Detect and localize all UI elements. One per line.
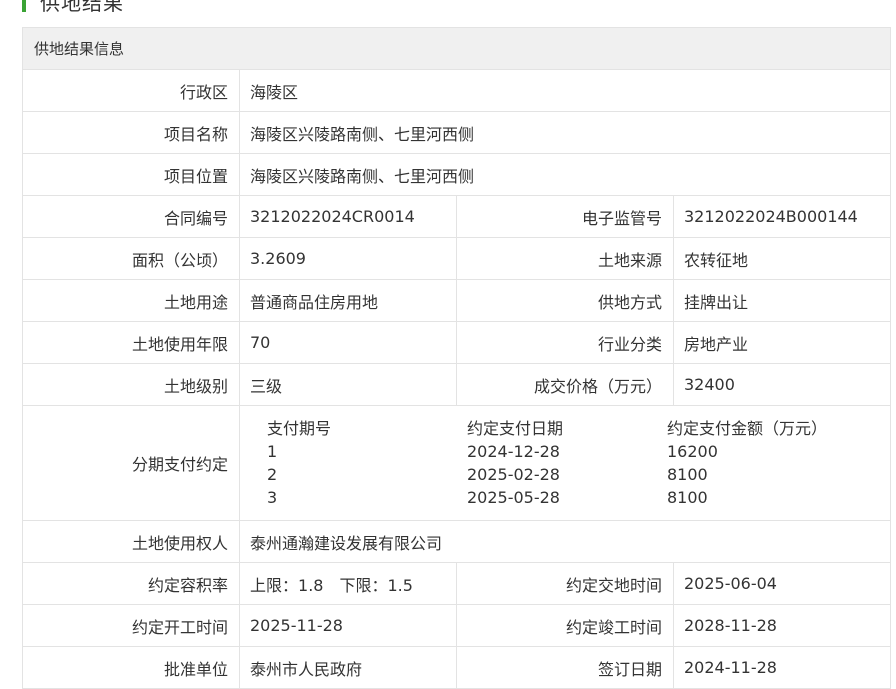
table-row: 土地使用权人 泰州通瀚建设发展有限公司 [22,520,892,563]
table-row: 分期支付约定 支付期号 约定支付日期 约定支付金额（万元） 1 2024-12-28 16… [22,405,892,521]
right-holder-value: 泰州通瀚建设发展有限公司 [238,520,892,563]
table-row: 约定容积率 上限：1.8 下限：1.5 约定交地时间 2025-06-04 [22,562,892,605]
e-supervision-no-value: 3212022024B000144 [672,195,892,238]
handover-time-value: 2025-06-04 [672,562,892,605]
project-name-label: 项目名称 [22,111,240,154]
handover-time-label: 约定交地时间 [456,562,674,605]
plot-ratio-label: 约定容积率 [22,562,240,605]
right-holder-label: 土地使用权人 [22,520,240,563]
table-header: 供地结果信息 [21,27,892,70]
land-grade-label: 土地级别 [22,363,240,406]
land-use-label: 土地用途 [22,279,240,322]
e-supervision-no-label: 电子监管号 [456,195,674,238]
table-row: 面积（公顷） 3.2609 土地来源 农转征地 [22,237,892,280]
industry-value: 房地产业 [672,321,892,364]
installment-grid: 支付期号 约定支付日期 约定支付金额（万元） 1 2024-12-28 16200 2 202… [267,417,890,509]
use-term-value: 70 [239,321,457,364]
supply-result-table: 供地结果信息 行政区 海陵区 项目名称 海陵区兴陵路南侧、七里河西侧 项目位置 … [21,27,892,689]
table-row: 土地级别 三级 成交价格（万元） 32400 [22,363,892,406]
area-value: 3.2609 [239,237,457,280]
area-label: 面积（公顷） [22,237,240,280]
deal-price-value: 32400 [672,363,892,406]
installment-cell-value: 1 [267,442,278,461]
completion-time-value: 2028-11-28 [672,604,892,647]
sign-date-label: 签订日期 [456,646,674,689]
start-time-label: 约定开工时间 [22,604,240,647]
plot-ratio-lower: 1.5 [387,575,413,595]
sign-date-value: 2024-11-28 [672,646,892,689]
installment-cell-value: 8100 [667,465,708,484]
table-row: 合同编号 3212022024CR0014 电子监管号 3212022024B0… [22,195,892,238]
completion-time-label: 约定竣工时间 [456,604,674,647]
project-location-value: 海陵区兴陵路南侧、七里河西侧 [238,153,892,196]
supply-method-value: 挂牌出让 [672,279,892,322]
project-location-label: 项目位置 [22,153,240,196]
supply-method-label: 供地方式 [456,279,674,322]
table-row: 土地使用年限 70 行业分类 房地产业 [22,321,892,364]
installment-cell-value: 2025-05-28 [467,488,560,507]
land-grade-value: 三级 [239,363,457,406]
land-source-label: 土地来源 [456,237,674,280]
table-header-row: 供地结果信息 [21,27,892,70]
installment-cell: 支付期号 约定支付日期 约定支付金额（万元） 1 2024-12-28 16200 2 202… [238,405,892,521]
installment-column-header: 约定支付日期 [467,419,564,438]
table-row: 行政区 海陵区 [22,69,892,112]
installment-cell-value: 8100 [667,488,708,507]
contract-no-label: 合同编号 [22,195,240,238]
table-row: 批准单位 泰州市人民政府 签订日期 2024-11-28 [22,646,892,689]
installment-cell-value: 16200 [667,442,718,461]
section-title: 供地结果 [22,0,124,16]
use-term-label: 土地使用年限 [22,321,240,364]
section-title-text: 供地结果 [40,0,124,15]
installment-cell-value: 2024-12-28 [467,442,560,461]
installment-label: 分期支付约定 [22,405,240,521]
start-time-value: 2025-11-28 [239,604,457,647]
table-row: 项目名称 海陵区兴陵路南侧、七里河西侧 [22,111,892,154]
table-row: 约定开工时间 2025-11-28 约定竣工时间 2028-11-28 [22,604,892,647]
land-source-value: 农转征地 [672,237,892,280]
approval-unit-value: 泰州市人民政府 [239,646,457,689]
plot-ratio-value: 上限：1.8 下限：1.5 [239,562,457,605]
installment-cell-value: 2 [267,465,278,484]
installment-cell-value: 3 [267,488,278,507]
project-name-value: 海陵区兴陵路南侧、七里河西侧 [238,111,892,154]
district-value: 海陵区 [238,69,892,112]
approval-unit-label: 批准单位 [22,646,240,689]
installment-column-header: 约定支付金额（万元） [667,419,828,438]
contract-no-value: 3212022024CR0014 [239,195,457,238]
land-use-value: 普通商品住房用地 [239,279,457,322]
industry-label: 行业分类 [456,321,674,364]
plot-ratio-lower-label: 下限： [339,575,388,595]
plot-ratio-upper: 1.8 [298,575,324,595]
deal-price-label: 成交价格（万元） [456,363,674,406]
district-label: 行政区 [22,69,240,112]
title-accent-bar [22,0,26,12]
plot-ratio-upper-label: 上限： [250,575,299,595]
table-row: 项目位置 海陵区兴陵路南侧、七里河西侧 [22,153,892,196]
installment-column-header: 支付期号 [267,419,332,438]
table-row: 土地用途 普通商品住房用地 供地方式 挂牌出让 [22,279,892,322]
installment-cell-value: 2025-02-28 [467,465,560,484]
